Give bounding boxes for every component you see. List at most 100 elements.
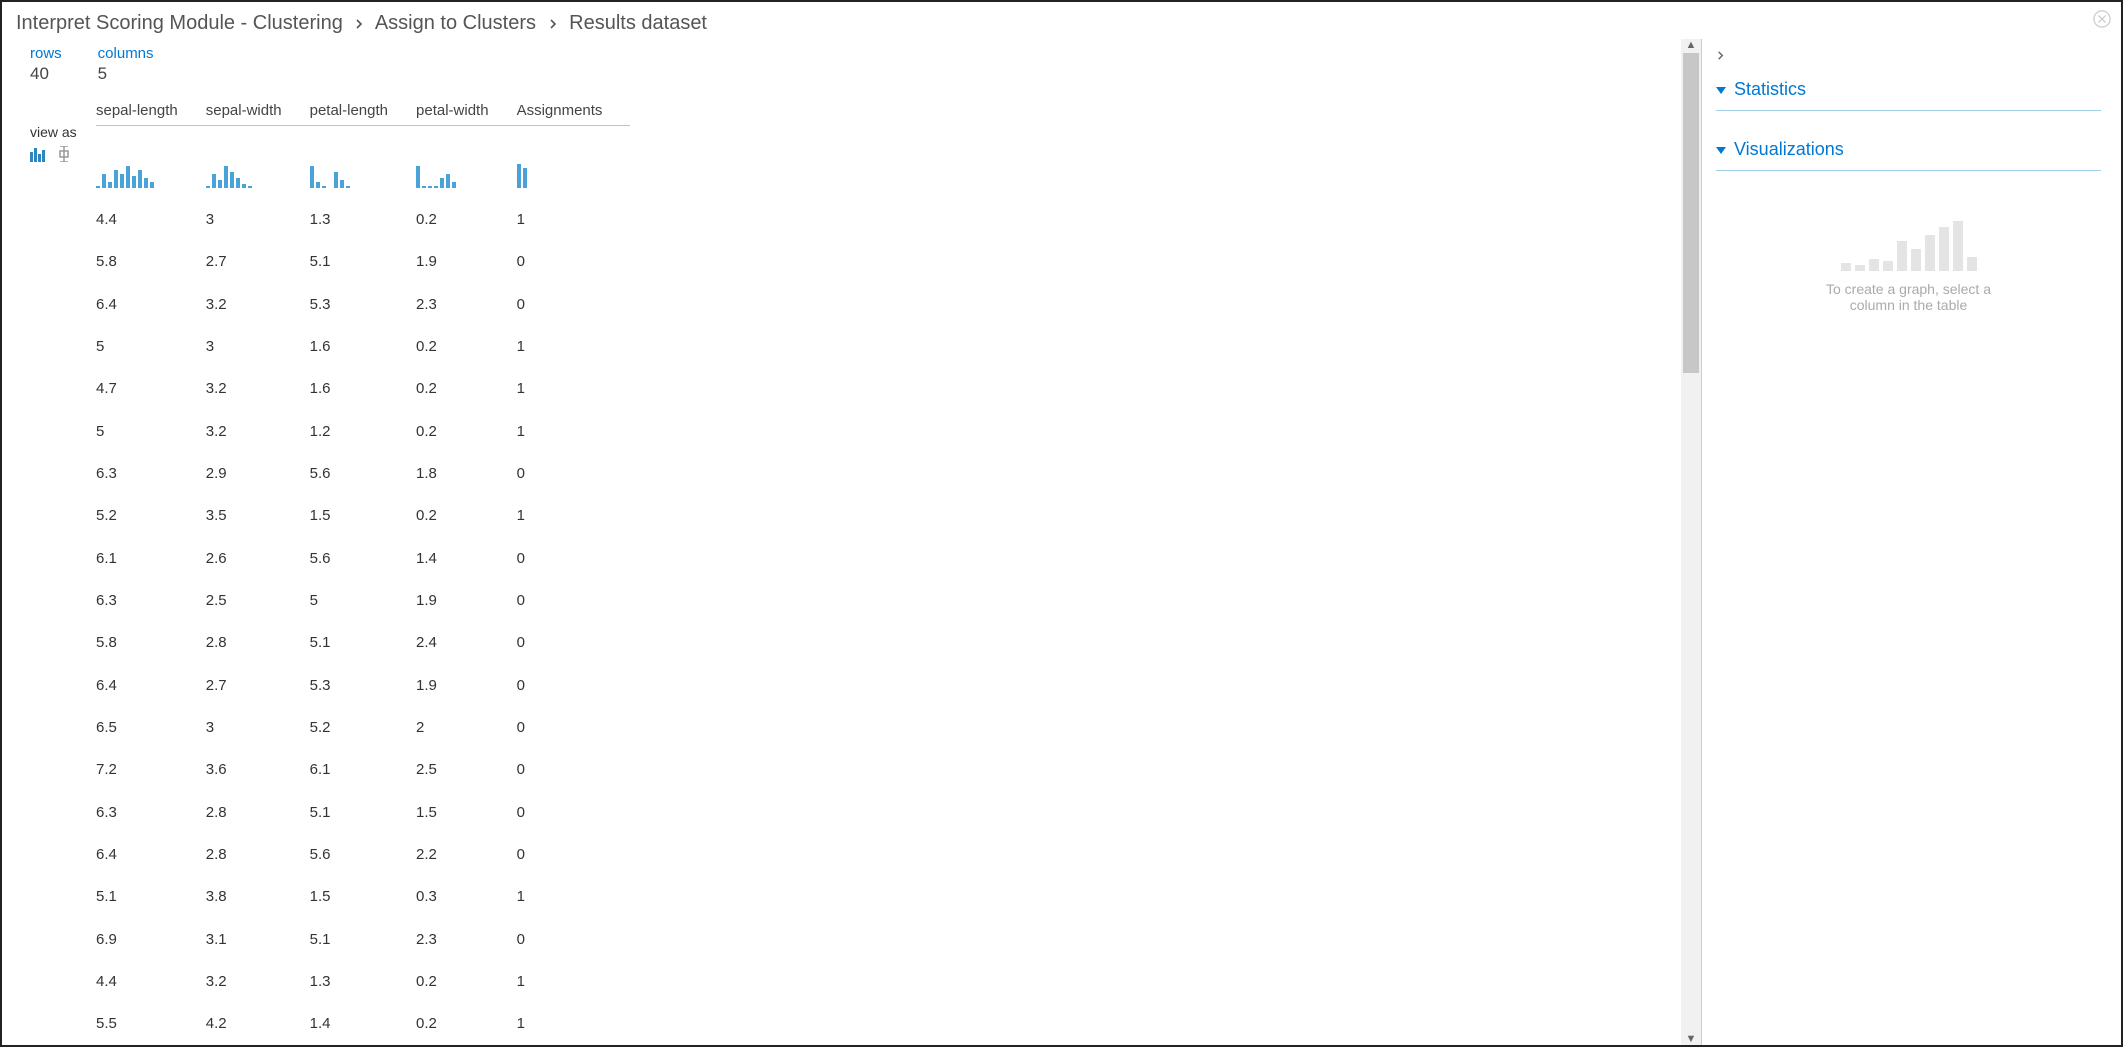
table-cell: 3.5 <box>206 495 310 537</box>
table-cell: 0 <box>517 283 631 325</box>
column-header[interactable]: petal-length <box>310 98 416 126</box>
table-cell: 2.8 <box>206 622 310 664</box>
placeholder-text: To create a graph, select a <box>1716 281 2101 297</box>
placeholder-text: column in the table <box>1716 297 2101 313</box>
table-row[interactable]: 6.12.65.61.40 <box>96 537 630 579</box>
table-cell: 1 <box>517 410 631 452</box>
table-cell: 5.1 <box>310 622 416 664</box>
table-cell: 5 <box>96 410 206 452</box>
table-row[interactable]: 5.82.75.11.90 <box>96 241 630 283</box>
table-cell: 3.2 <box>206 368 310 410</box>
table-cell: 1 <box>517 325 631 367</box>
column-histogram[interactable] <box>206 126 310 199</box>
table-cell: 1.9 <box>416 241 517 283</box>
table-cell: 2.8 <box>206 791 310 833</box>
table-row[interactable]: 53.21.20.21 <box>96 410 630 452</box>
collapse-icon <box>1716 79 1726 100</box>
table-row[interactable]: 6.42.85.62.20 <box>96 833 630 875</box>
table-cell: 5.3 <box>310 664 416 706</box>
table-cell: 5 <box>310 579 416 621</box>
table-cell: 0.2 <box>416 960 517 1002</box>
table-cell: 0 <box>517 452 631 494</box>
viewas-label: view as <box>30 124 96 140</box>
table-row[interactable]: 6.535.220 <box>96 706 630 748</box>
table-cell: 2.3 <box>416 918 517 960</box>
table-cell: 1 <box>517 960 631 1002</box>
table-cell: 1 <box>517 495 631 537</box>
table-row[interactable]: 6.32.95.61.80 <box>96 452 630 494</box>
table-row[interactable]: 6.93.15.12.30 <box>96 918 630 960</box>
table-cell: 4.7 <box>96 368 206 410</box>
boxplot-view-icon[interactable] <box>58 146 70 165</box>
table-row[interactable]: 6.32.551.90 <box>96 579 630 621</box>
scroll-down-icon[interactable]: ▼ <box>1681 1033 1701 1045</box>
collapse-icon <box>1716 139 1726 160</box>
table-cell: 6.4 <box>96 664 206 706</box>
scroll-thumb[interactable] <box>1683 53 1699 373</box>
table-cell: 5.8 <box>96 241 206 283</box>
breadcrumb-item[interactable]: Results dataset <box>569 12 707 34</box>
column-header[interactable]: petal-width <box>416 98 517 126</box>
table-cell: 2.4 <box>416 622 517 664</box>
visualization-placeholder: To create a graph, select a column in th… <box>1716 211 2101 313</box>
histogram-view-icon[interactable] <box>30 146 52 165</box>
table-cell: 5.1 <box>310 918 416 960</box>
table-cell: 0 <box>517 749 631 791</box>
table-cell: 7.2 <box>96 749 206 791</box>
table-cell: 4.4 <box>96 198 206 240</box>
close-icon[interactable] <box>2093 10 2111 28</box>
table-cell: 5.6 <box>310 833 416 875</box>
table-row[interactable]: 4.431.30.21 <box>96 198 630 240</box>
vertical-scrollbar[interactable]: ▲ ▼ <box>1681 39 1701 1045</box>
table-cell: 5.5 <box>96 1003 206 1045</box>
table-cell: 0 <box>517 918 631 960</box>
table-row[interactable]: 5.54.21.40.21 <box>96 1003 630 1045</box>
column-histogram[interactable] <box>310 126 416 199</box>
table-row[interactable]: 6.43.25.32.30 <box>96 283 630 325</box>
table-cell: 2.5 <box>206 579 310 621</box>
table-cell: 1.4 <box>310 1003 416 1045</box>
table-row[interactable]: 7.23.66.12.50 <box>96 749 630 791</box>
table-cell: 5.1 <box>310 791 416 833</box>
breadcrumb-item[interactable]: Interpret Scoring Module - Clustering <box>16 12 343 34</box>
visualizations-section-header[interactable]: Visualizations <box>1716 131 2101 171</box>
table-cell: 0 <box>517 622 631 664</box>
scroll-up-icon[interactable]: ▲ <box>1681 39 1701 51</box>
table-row[interactable]: 6.42.75.31.90 <box>96 664 630 706</box>
table-cell: 1.8 <box>416 452 517 494</box>
statistics-section-header[interactable]: Statistics <box>1716 71 2101 111</box>
table-cell: 1.3 <box>310 960 416 1002</box>
table-cell: 6.9 <box>96 918 206 960</box>
table-row[interactable]: 531.60.21 <box>96 325 630 367</box>
breadcrumb-item[interactable]: Assign to Clusters <box>375 12 536 34</box>
column-header[interactable]: sepal-length <box>96 98 206 126</box>
table-cell: 1.5 <box>416 791 517 833</box>
table-row[interactable]: 4.43.21.30.21 <box>96 960 630 1002</box>
column-histogram[interactable] <box>96 126 206 199</box>
table-cell: 0 <box>517 537 631 579</box>
table-cell: 3.2 <box>206 960 310 1002</box>
column-histogram[interactable] <box>517 126 631 199</box>
table-cell: 6.5 <box>96 706 206 748</box>
table-cell: 2.3 <box>416 283 517 325</box>
table-cell: 5.2 <box>310 706 416 748</box>
column-histogram[interactable] <box>416 126 517 199</box>
table-cell: 1.3 <box>310 198 416 240</box>
chevron-right-icon[interactable] <box>1716 47 2101 63</box>
table-cell: 0.2 <box>416 198 517 240</box>
table-cell: 1.5 <box>310 495 416 537</box>
table-row[interactable]: 5.13.81.50.31 <box>96 876 630 918</box>
column-header[interactable]: sepal-width <box>206 98 310 126</box>
table-row[interactable]: 5.82.85.12.40 <box>96 622 630 664</box>
table-cell: 6.4 <box>96 283 206 325</box>
table-row[interactable]: 4.73.21.60.21 <box>96 368 630 410</box>
columns-label: columns <box>98 45 154 62</box>
table-cell: 0.3 <box>416 876 517 918</box>
table-cell: 0 <box>517 664 631 706</box>
table-row[interactable]: 6.32.85.11.50 <box>96 791 630 833</box>
table-cell: 1.9 <box>416 579 517 621</box>
table-row[interactable]: 5.23.51.50.21 <box>96 495 630 537</box>
column-header[interactable]: Assignments <box>517 98 631 126</box>
app-frame: Interpret Scoring Module - Clustering As… <box>0 0 2123 1047</box>
table-cell: 5.6 <box>310 452 416 494</box>
